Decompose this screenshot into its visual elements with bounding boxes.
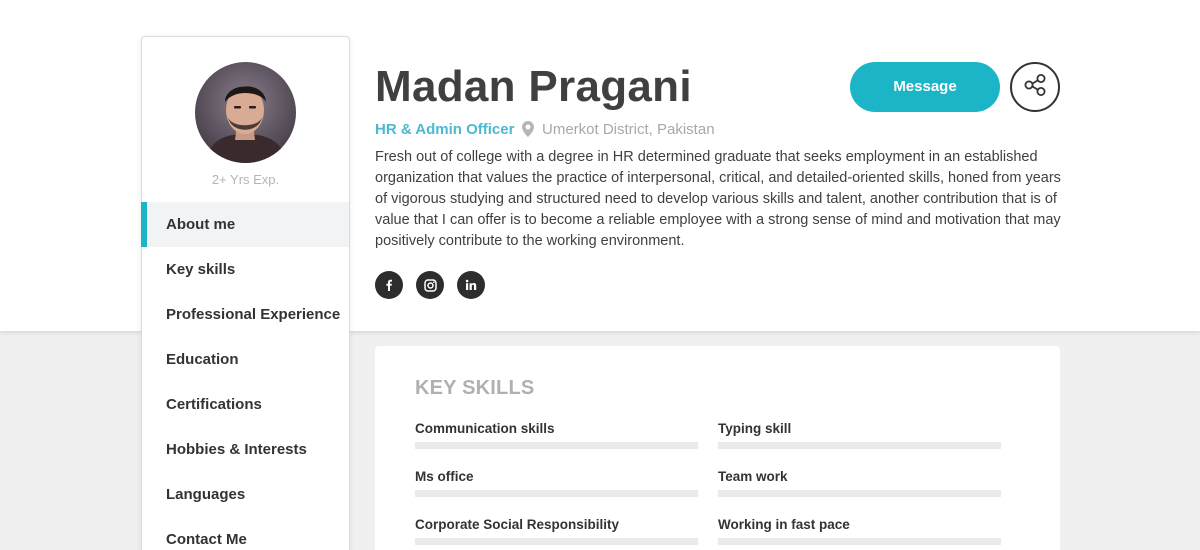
instagram-icon[interactable] — [416, 271, 444, 299]
skill-label: Working in fast pace — [718, 517, 850, 532]
sidebar: 2+ Yrs Exp. About me Key skills Professi… — [141, 36, 350, 550]
skill-label: Corporate Social Responsibility — [415, 517, 620, 532]
facebook-icon[interactable] — [375, 271, 403, 299]
skill-item: Ms office — [415, 469, 698, 497]
skill-bar — [718, 490, 1001, 497]
key-skills-title: KEY SKILLS — [415, 377, 535, 399]
sidebar-item-key-skills[interactable]: Key skills — [142, 247, 349, 292]
skill-bar — [718, 442, 1001, 449]
skill-label: Team work — [718, 469, 788, 484]
skill-bar — [718, 538, 1001, 545]
skill-label: Communication skills — [415, 421, 555, 436]
share-button[interactable] — [1010, 62, 1060, 112]
skill-item: Team work — [718, 469, 1001, 497]
experience-label: 2+ Yrs Exp. — [211, 172, 280, 187]
sidebar-item-languages[interactable]: Languages — [142, 472, 349, 517]
sidebar-nav: About me Key skills Professional Experie… — [141, 202, 349, 550]
profile-role-link[interactable]: HR & Admin Officer — [375, 121, 514, 138]
skill-bar — [415, 442, 698, 449]
sidebar-item-hobbies-interests[interactable]: Hobbies & Interests — [142, 427, 349, 472]
sidebar-item-education[interactable]: Education — [142, 337, 349, 382]
sidebar-item-certifications[interactable]: Certifications — [142, 382, 349, 427]
skill-label: Ms office — [415, 469, 474, 484]
message-button[interactable]: Message — [850, 62, 1000, 112]
profile-location: Umerkot District, Pakistan — [542, 121, 715, 138]
skill-item: Communication skills — [415, 421, 698, 449]
skill-bar — [415, 538, 698, 545]
sidebar-item-contact-me[interactable]: Contact Me — [142, 517, 349, 550]
profile-bio: Fresh out of college with a degree in HR… — [375, 149, 1061, 249]
profile-name: Madan Pragani — [375, 62, 692, 111]
skill-label: Typing skill — [718, 421, 792, 436]
sidebar-item-professional-experience[interactable]: Professional Experience — [142, 292, 349, 337]
skill-item: Working in fast pace — [718, 517, 1001, 545]
sidebar-item-about-me[interactable]: About me — [141, 202, 349, 247]
avatar — [195, 62, 296, 163]
social-links — [375, 271, 485, 299]
skill-item: Typing skill — [718, 421, 1001, 449]
skill-bar — [415, 490, 698, 497]
location-pin-icon — [522, 121, 534, 142]
key-skills-card: KEY SKILLS Communication skills Typing s… — [375, 346, 1060, 550]
share-icon — [1022, 72, 1048, 103]
linkedin-icon[interactable] — [457, 271, 485, 299]
skill-item: Corporate Social Responsibility — [415, 517, 698, 545]
